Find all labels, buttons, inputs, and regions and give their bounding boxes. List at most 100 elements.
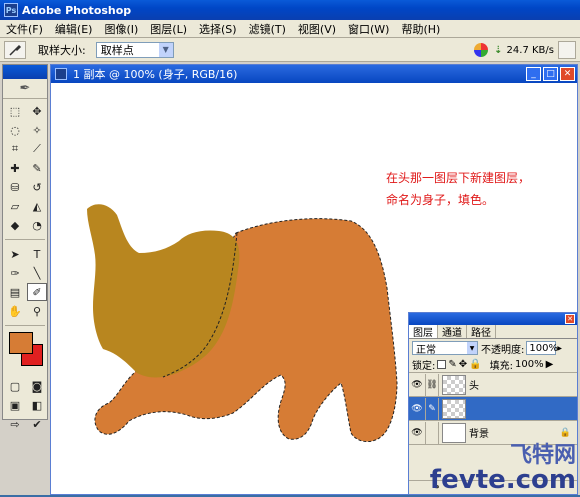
notes-tool-icon[interactable]: ▤ <box>5 283 25 301</box>
slice-tool-icon[interactable]: ⟋ <box>27 140 47 158</box>
link-slot[interactable] <box>425 421 439 444</box>
window-buttons: _ □ ✕ <box>526 67 575 81</box>
net-speed-value: 24.7 KB/s <box>506 44 554 56</box>
toolbox-divider <box>5 325 45 326</box>
menu-image[interactable]: 图像(I) <box>98 21 144 37</box>
instruction-note: 在头那一图层下新建图层， 命名为身子，填色。 <box>386 167 530 211</box>
menu-layer[interactable]: 图层(L) <box>144 21 193 37</box>
full-screen-mode-icon[interactable]: ◧ <box>27 396 47 414</box>
layer-row-body[interactable]: 👁 ✎ <box>409 397 577 421</box>
note-line-1: 在头那一图层下新建图层， <box>386 171 531 185</box>
eyedropper-icon[interactable] <box>4 40 26 59</box>
marquee-tool-icon[interactable]: ⬚ <box>5 102 25 120</box>
checkmark-icon[interactable]: ✔ <box>27 415 47 433</box>
path-selection-tool-icon[interactable]: ➤ <box>5 245 25 263</box>
layer-thumbnail <box>442 374 466 395</box>
menu-filter[interactable]: 滤镜(T) <box>243 21 292 37</box>
blur-tool-icon[interactable]: ◆ <box>5 216 25 234</box>
line-tool-icon[interactable]: ╲ <box>27 264 47 282</box>
menu-select[interactable]: 选择(S) <box>193 21 243 37</box>
hand-tool-icon[interactable]: ✋ <box>5 302 25 320</box>
move-tool-icon[interactable]: ✥ <box>27 102 47 120</box>
title-bar: Ps Adobe Photoshop <box>0 0 580 20</box>
network-icon <box>474 43 489 57</box>
pen-tool-icon[interactable]: ✑ <box>5 264 25 282</box>
document-icon <box>55 68 67 80</box>
magic-wand-tool-icon[interactable]: ✧ <box>27 121 47 139</box>
lock-brush-icon[interactable]: ✎ <box>448 359 456 370</box>
dodge-tool-icon[interactable]: ◔ <box>27 216 47 234</box>
opacity-input[interactable]: 100% <box>526 341 558 355</box>
close-icon[interactable]: ✕ <box>565 314 575 324</box>
watermark-url: fevte.com <box>429 465 576 495</box>
foreground-color-swatch[interactable] <box>9 332 33 354</box>
standard-mode-icon[interactable]: ▢ <box>5 377 25 395</box>
clone-stamp-tool-icon[interactable]: ⛁ <box>5 178 25 196</box>
eye-icon[interactable]: 👁 <box>409 428 425 438</box>
zoom-tool-icon[interactable]: ⚲ <box>27 302 47 320</box>
opacity-slider-arrow-icon[interactable]: ▶ <box>557 345 565 352</box>
lock-transparency-checkbox[interactable] <box>437 360 447 369</box>
brush-tool-icon[interactable]: ✎ <box>27 159 47 177</box>
toolbox: ✒ ⬚ ✥ ◌ ✧ ⌗ ⟋ ✚ ✎ ⛁ ↺ ▱ ◭ ◆ ◔ ➤ T ✑ ╲ ▤ … <box>2 64 48 431</box>
blend-mode-select[interactable]: 正常 ▼ <box>412 341 478 356</box>
tab-channels[interactable]: 通道 <box>438 325 467 339</box>
paint-bucket-tool-icon[interactable]: ◭ <box>27 197 47 215</box>
layers-panel-titlebar[interactable]: ✕ <box>409 313 577 325</box>
eraser-tool-icon[interactable]: ▱ <box>5 197 25 215</box>
tab-layers[interactable]: 图层 <box>409 325 438 339</box>
feather-icon[interactable]: ✒ <box>3 79 47 99</box>
document-titlebar[interactable]: 1 副本 @ 100% (身子, RGB/16) _ □ ✕ <box>51 65 577 83</box>
fill-slider-arrow-icon[interactable]: ▶ <box>546 359 554 370</box>
lasso-tool-icon[interactable]: ◌ <box>5 121 25 139</box>
eyedropper-tool-icon[interactable]: ✐ <box>27 283 47 301</box>
watermark: 飞特网 fevte.com <box>429 443 576 495</box>
type-tool-icon[interactable]: T <box>27 245 47 263</box>
maximize-icon[interactable]: □ <box>543 67 558 81</box>
menu-bar: 文件(F) 编辑(E) 图像(I) 图层(L) 选择(S) 滤镜(T) 视图(V… <box>0 20 580 38</box>
toolbox-divider <box>5 239 45 240</box>
photoshop-logo-icon: Ps <box>4 3 18 17</box>
layer-row-background[interactable]: 👁 背景 🔒 <box>409 421 577 445</box>
link-icon[interactable]: ⛓ <box>425 373 439 396</box>
crop-tool-icon[interactable]: ⌗ <box>5 140 25 158</box>
menu-help[interactable]: 帮助(H) <box>395 21 446 37</box>
sample-size-select[interactable]: 取样点 ▼ <box>95 41 174 58</box>
tool-grid-2: ➤ T ✑ ╲ ▤ ✐ ✋ ⚲ <box>3 242 47 323</box>
brush-icon[interactable]: ✎ <box>425 397 439 420</box>
layers-panel-tabs: 图层 通道 路径 <box>409 325 577 339</box>
jump-to-imageready-icon[interactable]: ⇨ <box>5 415 25 433</box>
lock-icon: 🔒 <box>559 427 571 438</box>
palette-well-button[interactable] <box>558 41 576 59</box>
opacity-label: 不透明度: <box>481 344 525 356</box>
menu-window[interactable]: 窗口(W) <box>342 21 395 37</box>
toolbox-titlebar[interactable] <box>3 65 47 79</box>
lock-move-icon[interactable]: ✥ <box>459 359 467 370</box>
healing-brush-tool-icon[interactable]: ✚ <box>5 159 25 177</box>
tab-paths[interactable]: 路径 <box>467 325 496 339</box>
layer-name: 背景 <box>469 429 489 440</box>
lock-fill-row: 锁定: ✎ ✥ 🔒 填充: 100% ▶ <box>409 357 577 373</box>
sample-size-value: 取样点 <box>100 43 134 57</box>
screen-mode-icon[interactable]: ▣ <box>5 396 25 414</box>
fill-input[interactable]: 100% <box>515 359 544 370</box>
lock-label: 锁定: <box>412 361 436 372</box>
history-brush-tool-icon[interactable]: ↺ <box>27 178 47 196</box>
menu-view[interactable]: 视图(V) <box>292 21 342 37</box>
menu-edit[interactable]: 编辑(E) <box>49 21 99 37</box>
close-icon[interactable]: ✕ <box>560 67 575 81</box>
eye-icon[interactable]: 👁 <box>409 404 425 414</box>
quick-mask-icon[interactable]: ◙ <box>27 377 47 395</box>
layer-thumbnail <box>442 398 466 419</box>
eye-icon[interactable]: 👁 <box>409 380 425 390</box>
menu-file[interactable]: 文件(F) <box>0 21 49 37</box>
chevron-down-icon: ▼ <box>467 342 477 354</box>
minimize-icon[interactable]: _ <box>526 67 541 81</box>
fill-label: 填充: <box>489 361 513 372</box>
blend-mode-value: 正常 <box>416 344 436 356</box>
watermark-logo: 飞特网 <box>509 443 576 468</box>
lock-all-icon[interactable]: 🔒 <box>469 359 481 370</box>
layer-row-head[interactable]: 👁 ⛓ 头 <box>409 373 577 397</box>
sample-size-label: 取样大小: <box>38 43 86 57</box>
photoshop-window: Ps Adobe Photoshop 文件(F) 编辑(E) 图像(I) 图层(… <box>0 0 580 495</box>
